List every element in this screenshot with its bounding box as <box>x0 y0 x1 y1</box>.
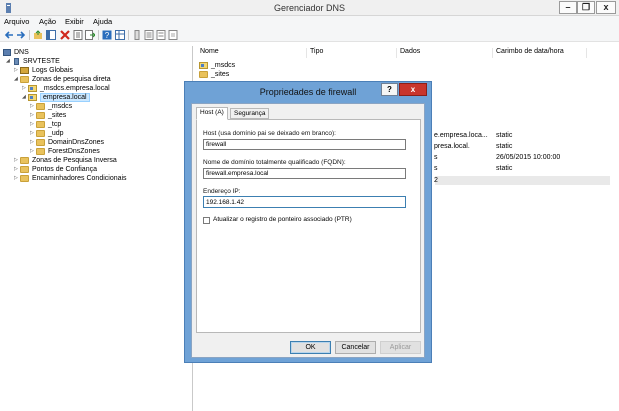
help-icon[interactable]: ? <box>102 30 112 40</box>
tab-host-a[interactable]: Host (A) <box>196 107 228 120</box>
folder-icon <box>20 175 29 182</box>
grid-view-icon[interactable] <box>115 30 125 40</box>
list-item[interactable]: _sites <box>197 70 229 79</box>
tree-item-zonas-inversa[interactable]: ▷ Zonas de Pesquisa Inversa <box>14 156 117 165</box>
toolbar-separator <box>128 30 129 40</box>
tree-item-logs-globais[interactable]: ▷ Logs Globais <box>14 66 73 75</box>
toolbar-separator <box>98 30 99 40</box>
menu-ajuda[interactable]: Ajuda <box>93 17 112 26</box>
apply-button[interactable]: Aplicar <box>380 341 421 354</box>
menu-arquivo[interactable]: Arquivo <box>4 17 29 26</box>
fqdn-field[interactable] <box>203 168 406 179</box>
fqdn-label: Nome de domínio totalmente qualificado (… <box>203 159 346 166</box>
tree-item-pontos-confianca[interactable]: ▷ Pontos de Confiança <box>14 165 97 174</box>
forward-arrow-icon[interactable] <box>16 30 26 40</box>
folder-icon <box>36 103 45 110</box>
tree-item-sites[interactable]: ▷ _sites <box>30 111 66 120</box>
delete-icon[interactable] <box>60 30 70 40</box>
ok-button[interactable]: OK <box>290 341 331 354</box>
dns-icon <box>3 49 11 56</box>
tree-pane: DNS ◢ SRVTESTE ▷ Logs Globais ◢ Zonas de pe… <box>0 46 193 411</box>
record-list-icon[interactable] <box>156 30 166 40</box>
zone-icon <box>28 94 37 101</box>
properties-icon[interactable] <box>73 30 83 40</box>
server-status-icon[interactable] <box>132 30 142 40</box>
toolbar-separator <box>29 30 30 40</box>
zone-icon <box>199 62 208 69</box>
column-header-nome[interactable]: Nome <box>197 48 307 58</box>
svg-text:?: ? <box>105 31 110 40</box>
properties-dialog: Propriedades de firewall ? x Host (A) Se… <box>184 81 432 363</box>
tree-item-srvteste[interactable]: ◢ SRVTESTE <box>6 57 60 66</box>
filter-icon[interactable] <box>168 30 178 40</box>
tree-item-dns[interactable]: DNS <box>3 48 29 57</box>
close-window-button[interactable]: x <box>596 1 616 14</box>
folder-icon <box>199 71 208 78</box>
tree-item-tcp[interactable]: ▷ _tcp <box>30 120 61 129</box>
menu-bar: Arquivo Ação Exibir Ajuda <box>0 16 619 28</box>
tree-item-forestdnszones[interactable]: ▷ ForestDnsZones <box>30 147 100 156</box>
host-label: Host (usa domínio pai se deixado em bran… <box>203 130 336 137</box>
tab-panel-host: Host (usa domínio pai se deixado em bran… <box>196 119 421 333</box>
folder-icon <box>36 112 45 119</box>
folder-icon <box>36 148 45 155</box>
tree-item-encaminhadores[interactable]: ▷ Encaminhadores Condicionais <box>14 174 127 183</box>
tree-item-zonas-direta[interactable]: ◢ Zonas de pesquisa direta <box>14 75 111 84</box>
tree-item-empresa-local[interactable]: ◢ empresa.local <box>22 93 90 102</box>
window-title: Gerenciador DNS <box>273 3 346 13</box>
ip-address-field[interactable] <box>203 196 406 208</box>
show-hide-tree-icon[interactable] <box>46 30 56 40</box>
up-folder-icon[interactable] <box>33 30 43 40</box>
server-icon <box>14 58 19 65</box>
toolbar: ? <box>0 28 619 42</box>
title-bar: Gerenciador DNS – ❐ x <box>0 0 619 16</box>
ptr-checkbox[interactable] <box>203 217 210 224</box>
zone-icon <box>28 85 37 92</box>
folder-icon <box>36 139 45 146</box>
back-arrow-icon[interactable] <box>4 30 14 40</box>
selected-row-highlight <box>435 176 610 185</box>
folder-icon <box>36 121 45 128</box>
export-list-icon[interactable] <box>85 30 95 40</box>
zone-list-icon[interactable] <box>144 30 154 40</box>
folder-icon <box>20 76 29 83</box>
host-field[interactable] <box>203 139 406 150</box>
column-header-carimbo[interactable]: Carimbo de data/hora <box>493 48 587 58</box>
column-header-tipo[interactable]: Tipo <box>307 48 397 58</box>
menu-exibir[interactable]: Exibir <box>65 17 84 26</box>
list-item[interactable]: _msdcs <box>197 61 235 70</box>
folder-icon <box>36 130 45 137</box>
column-header-dados[interactable]: Dados <box>397 48 493 58</box>
ptr-checkbox-label: Atualizar o registro de ponteiro associa… <box>213 216 352 223</box>
logs-icon <box>20 67 29 74</box>
tree-item-domaindnszones[interactable]: ▷ DomainDnsZones <box>30 138 104 147</box>
dialog-close-button[interactable]: x <box>399 83 427 96</box>
tab-seguranca[interactable]: Segurança <box>230 108 270 119</box>
menu-acao[interactable]: Ação <box>39 17 56 26</box>
minimize-button[interactable]: – <box>559 1 577 14</box>
tree-item-udp[interactable]: ▷ _udp <box>30 129 64 138</box>
dialog-body: Host (A) Segurança Host (usa domínio pai… <box>191 103 425 358</box>
folder-icon <box>20 166 29 173</box>
cancel-button[interactable]: Cancelar <box>335 341 376 354</box>
folder-icon <box>20 157 29 164</box>
maximize-button[interactable]: ❐ <box>577 1 595 14</box>
collapse-arrow-icon[interactable]: ◢ <box>6 57 12 66</box>
tree-item-msdcs-zone[interactable]: ▷ _msdcs.empresa.local <box>22 84 110 93</box>
ip-label: Endereço IP: <box>203 188 241 195</box>
help-button[interactable]: ? <box>381 83 398 96</box>
tree-item-msdcs[interactable]: ▷ _msdcs <box>30 102 72 111</box>
